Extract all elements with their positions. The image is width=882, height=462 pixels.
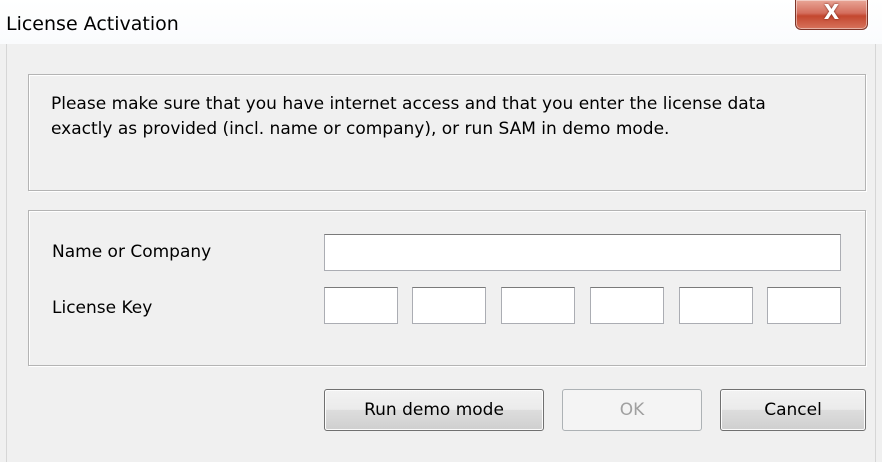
title-bar[interactable]: License Activation X xyxy=(0,0,882,44)
license-key-segment-3[interactable] xyxy=(501,287,575,324)
ok-button[interactable]: OK xyxy=(562,389,702,431)
license-key-segment-6[interactable] xyxy=(767,287,841,324)
info-message: Please make sure that you have internet … xyxy=(51,94,766,139)
window-title: License Activation xyxy=(6,13,179,35)
license-activation-dialog: License Activation X Please make sure th… xyxy=(0,0,882,462)
name-or-company-label: Name or Company xyxy=(52,242,212,262)
license-key-segment-2[interactable] xyxy=(412,287,486,324)
license-key-segment-4[interactable] xyxy=(590,287,664,324)
name-or-company-input[interactable] xyxy=(324,234,841,271)
close-icon: X xyxy=(823,0,840,24)
license-key-label: License Key xyxy=(52,298,153,318)
dialog-body: Please make sure that you have internet … xyxy=(6,44,876,462)
license-key-segment-1[interactable] xyxy=(324,287,398,324)
cancel-button[interactable]: Cancel xyxy=(720,389,866,431)
license-key-segment-5[interactable] xyxy=(679,287,753,324)
close-button[interactable]: X xyxy=(795,0,868,30)
run-demo-mode-button[interactable]: Run demo mode xyxy=(324,389,544,431)
